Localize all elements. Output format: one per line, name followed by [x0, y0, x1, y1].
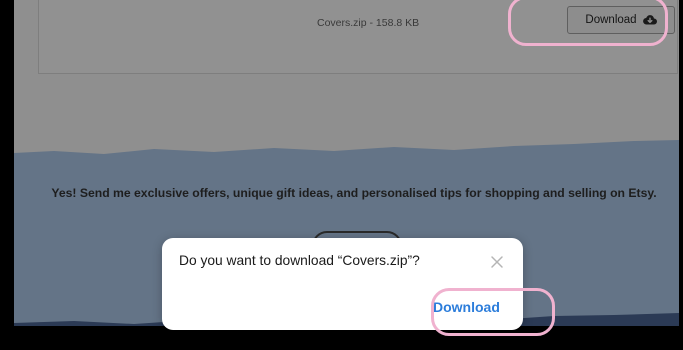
file-name-size: Covers.zip - 158.8 KB — [317, 17, 420, 29]
download-dialog: Do you want to download “Covers.zip”? Do… — [162, 238, 523, 330]
download-button-label: Download — [585, 14, 637, 26]
file-card: Covers.zip - 158.8 KB Download — [38, 0, 678, 74]
offer-text: Yes! Send me exclusive offers, unique gi… — [51, 186, 657, 200]
dialog-download-button[interactable]: Download — [433, 299, 500, 315]
dialog-message: Do you want to download “Covers.zip”? — [179, 253, 420, 268]
cloud-download-icon — [642, 15, 657, 25]
close-icon[interactable] — [489, 254, 505, 270]
download-button[interactable]: Download — [567, 6, 675, 34]
